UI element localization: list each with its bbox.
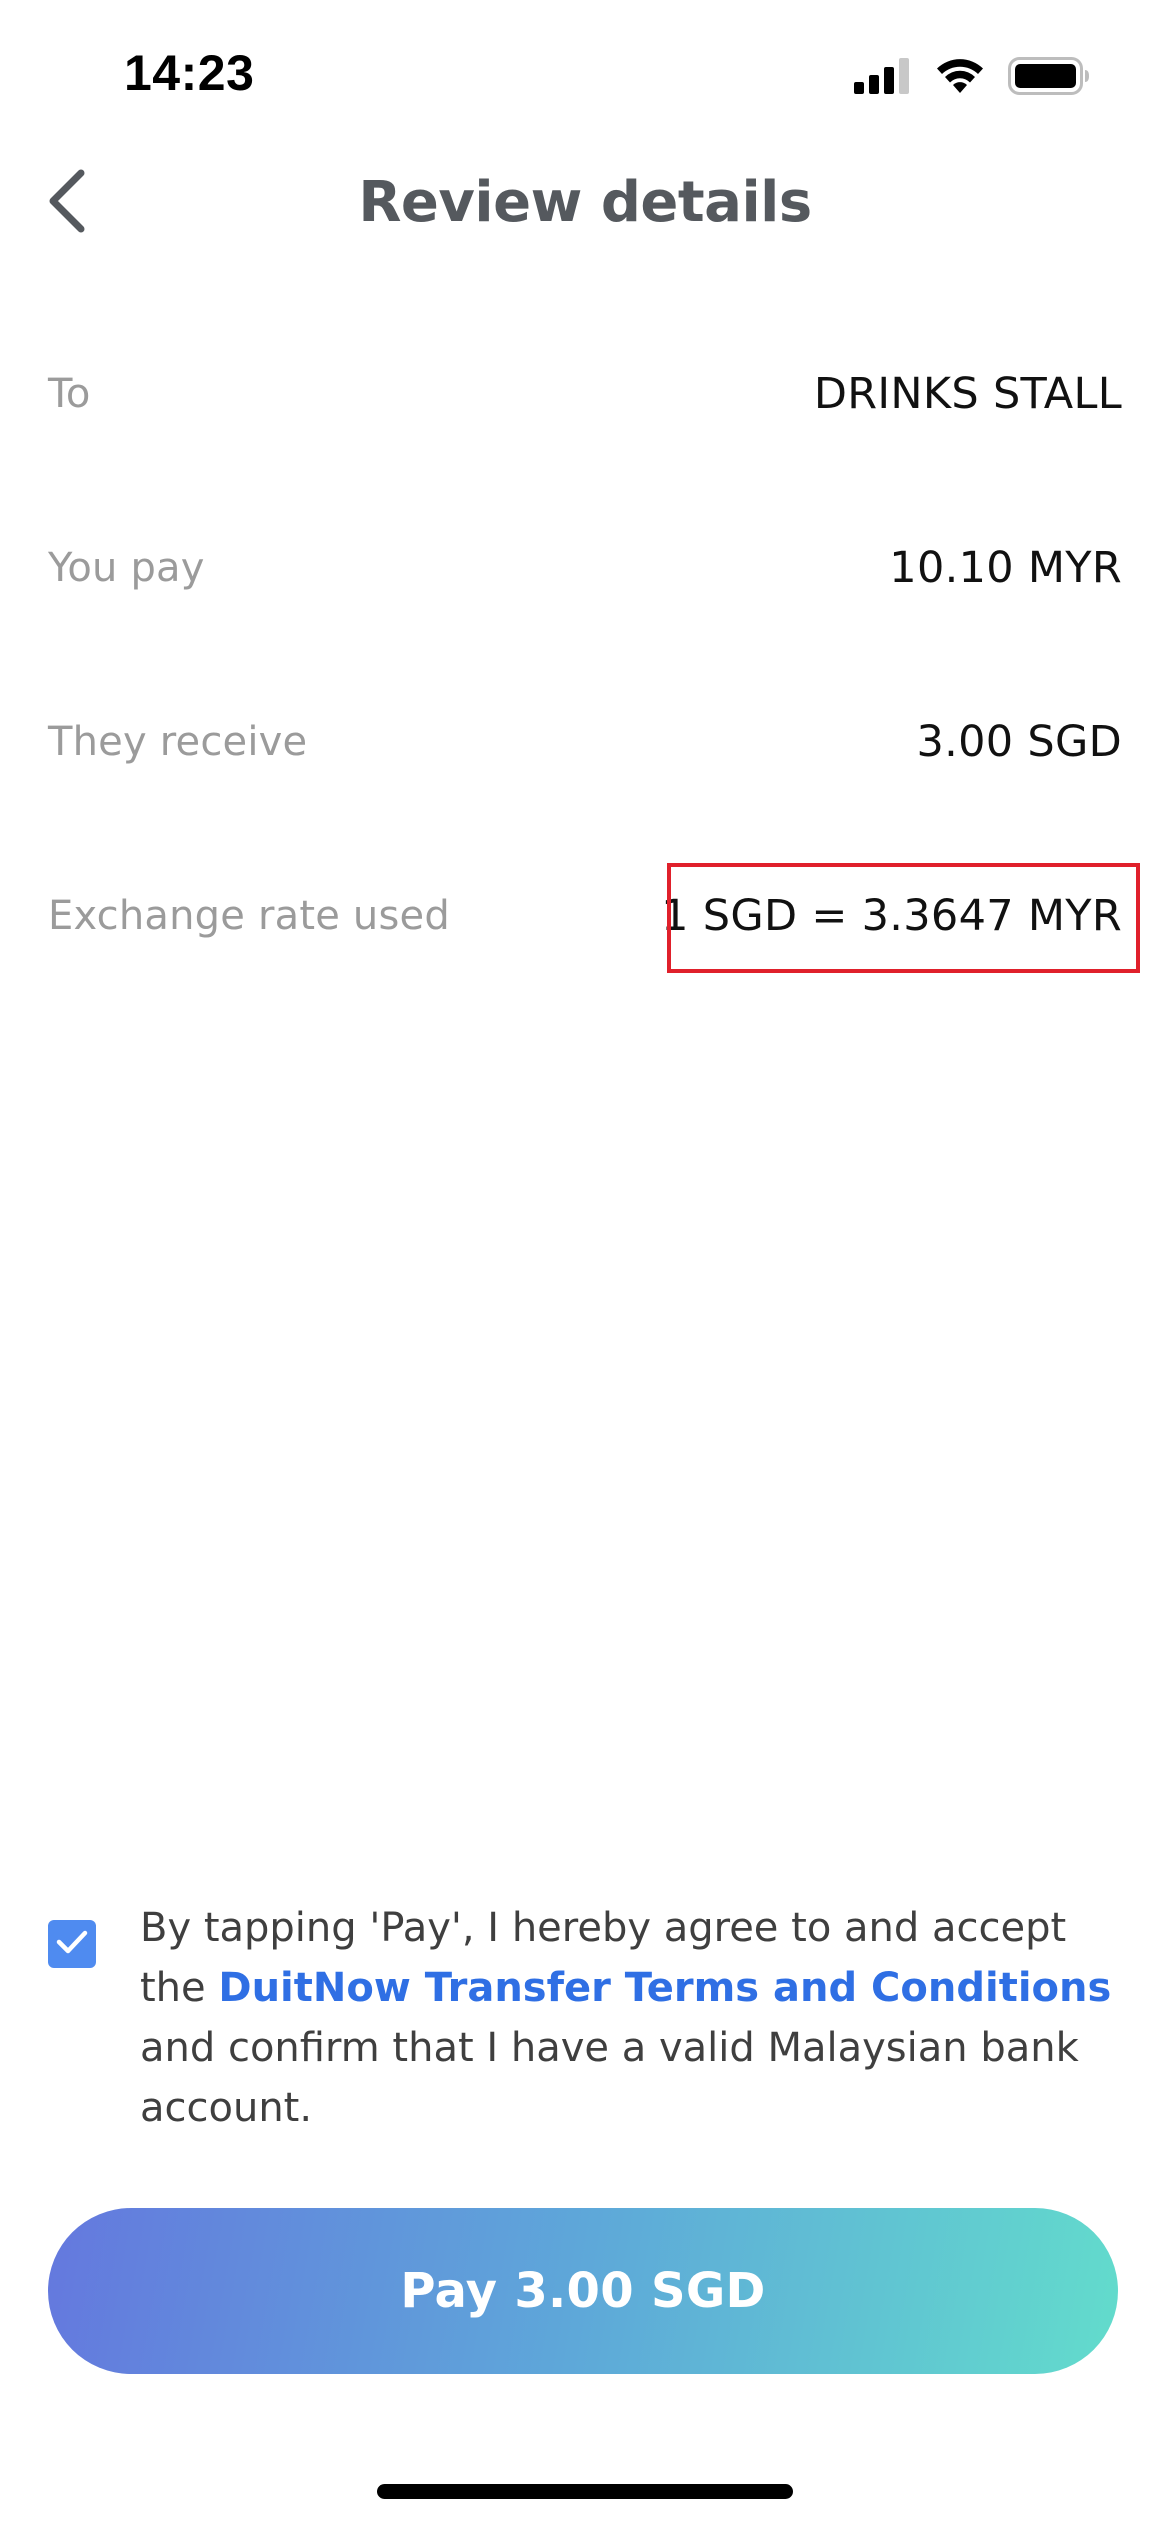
wifi-icon xyxy=(934,57,986,99)
they-receive-value: 3.00 SGD xyxy=(916,717,1122,767)
detail-row-to: To DRINKS STALL xyxy=(48,364,1122,424)
battery-icon xyxy=(1008,57,1090,99)
they-receive-label: They receive xyxy=(48,719,308,765)
status-time: 14:23 xyxy=(124,45,255,101)
cellular-signal-icon xyxy=(854,58,912,98)
exchange-rate-label: Exchange rate used xyxy=(48,893,450,939)
terms-text-after: and confirm that I have a valid Malaysia… xyxy=(140,2025,1079,2131)
you-pay-label: You pay xyxy=(48,545,205,591)
terms-and-conditions-link[interactable]: DuitNow Transfer Terms and Conditions xyxy=(218,1965,1111,2011)
detail-row-you-pay: You pay 10.10 MYR xyxy=(48,538,1122,598)
recipient-value: DRINKS STALL xyxy=(813,369,1122,419)
pay-button[interactable]: Pay 3.00 SGD xyxy=(48,2208,1118,2374)
recipient-label: To xyxy=(48,371,91,417)
detail-row-they-receive: They receive 3.00 SGD xyxy=(48,712,1122,772)
exchange-rate-highlight-box xyxy=(667,863,1140,973)
terms-agreement-text: By tapping 'Pay', I hereby agree to and … xyxy=(140,1898,1130,2138)
status-icons xyxy=(854,56,1090,100)
terms-checkbox[interactable] xyxy=(48,1920,96,1968)
home-indicator xyxy=(377,2484,793,2499)
checkmark-icon xyxy=(55,1928,89,1960)
page-title: Review details xyxy=(358,170,812,235)
you-pay-value: 10.10 MYR xyxy=(889,543,1122,593)
